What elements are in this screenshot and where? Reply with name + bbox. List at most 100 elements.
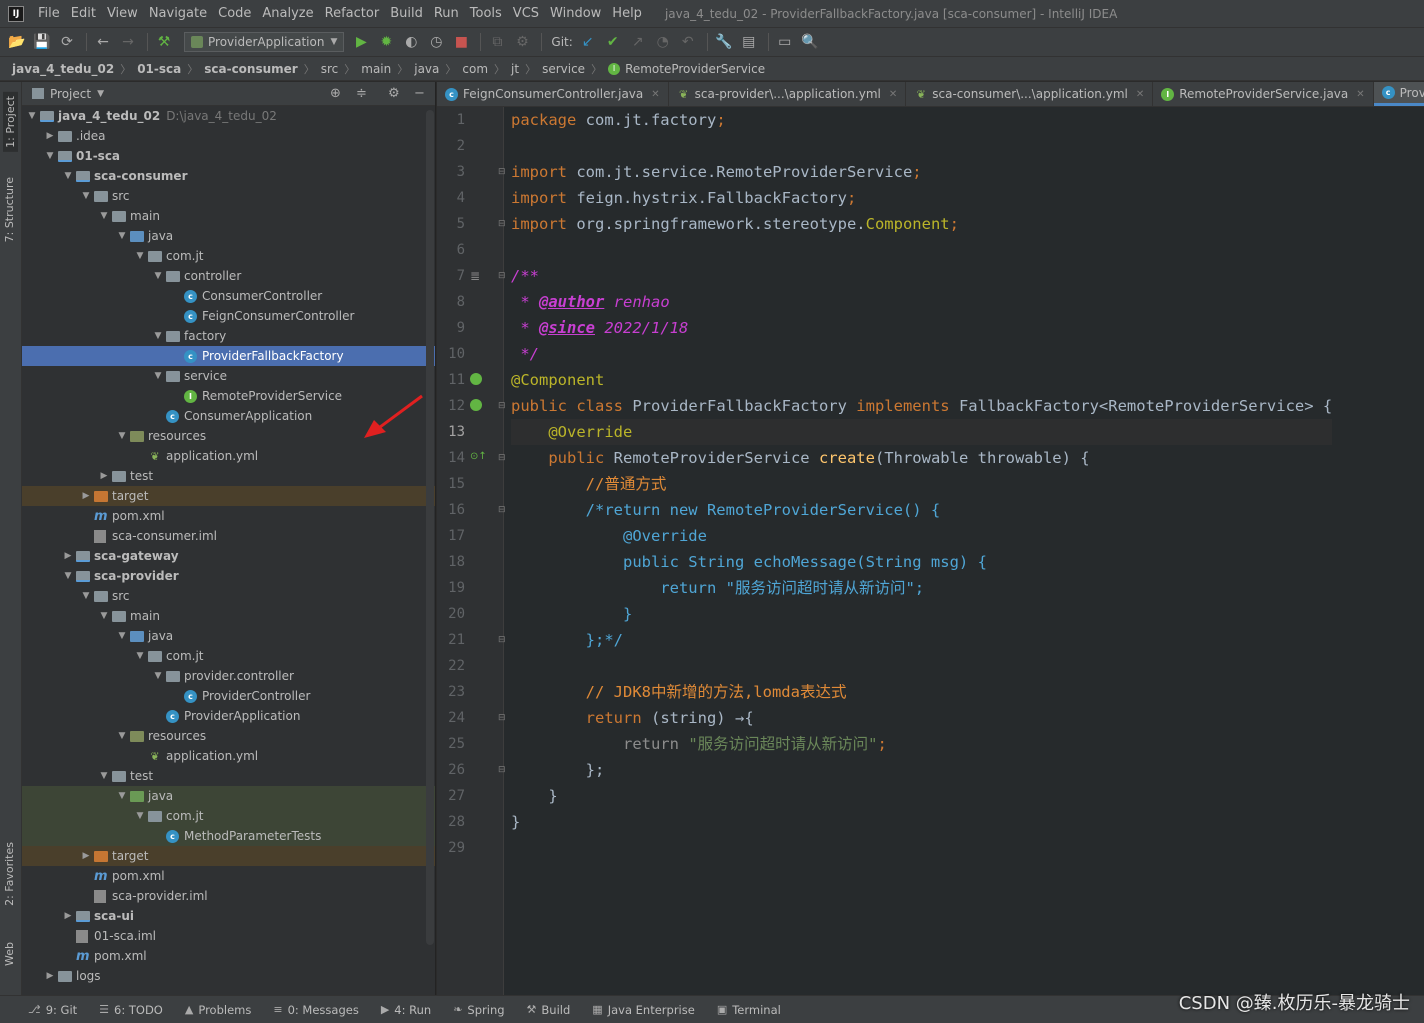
- git-history-icon[interactable]: ◔: [652, 31, 674, 53]
- fold-marker-icon[interactable]: ⊟: [498, 635, 506, 645]
- collapsed-arrow-icon[interactable]: ▶: [96, 471, 112, 481]
- editor-tab-active[interactable]: c ProviderF: [1373, 82, 1424, 106]
- collapsed-arrow-icon[interactable]: ▶: [78, 491, 94, 501]
- breadcrumb-item[interactable]: src: [321, 62, 339, 76]
- open-folder-icon[interactable]: 📂: [6, 31, 28, 53]
- tree-item[interactable]: ▼ controller: [22, 266, 435, 286]
- menu-navigate[interactable]: Navigate: [145, 6, 214, 21]
- menu-file[interactable]: File: [34, 6, 67, 21]
- tree-item[interactable]: ▶ test: [22, 466, 435, 486]
- expanded-arrow-icon[interactable]: ▼: [42, 151, 58, 161]
- tree-item[interactable]: ▼ test: [22, 766, 435, 786]
- breadcrumb-item[interactable]: java: [414, 62, 439, 76]
- git-commit-icon[interactable]: ✔: [602, 31, 624, 53]
- expanded-arrow-icon[interactable]: ▼: [60, 171, 76, 181]
- fold-marker-icon[interactable]: ⊟: [498, 765, 506, 775]
- collapsed-arrow-icon[interactable]: ▶: [60, 911, 76, 921]
- fold-marker-icon[interactable]: ⊟: [498, 505, 506, 515]
- tree-item[interactable]: c MethodParameterTests: [22, 826, 435, 846]
- close-icon[interactable]: ✕: [1136, 89, 1144, 100]
- expanded-arrow-icon[interactable]: ▼: [96, 771, 112, 781]
- bottom-tool-terminal[interactable]: ▣ Terminal: [717, 1003, 781, 1017]
- expanded-arrow-icon[interactable]: ▼: [150, 331, 166, 341]
- expanded-arrow-icon[interactable]: ▼: [150, 371, 166, 381]
- tree-item[interactable]: I RemoteProviderService: [22, 386, 435, 406]
- breadcrumb-item[interactable]: 01-sca: [137, 62, 181, 76]
- tree-item[interactable]: ▼ main: [22, 606, 435, 626]
- expanded-arrow-icon[interactable]: ▼: [132, 811, 148, 821]
- sync-icon[interactable]: ⟳: [56, 31, 78, 53]
- tree-item[interactable]: ▼ resources: [22, 426, 435, 446]
- tree-item[interactable]: ▼ resources: [22, 726, 435, 746]
- bottom-tool-javaenterprise[interactable]: ▦ Java Enterprise: [592, 1003, 695, 1017]
- spring-bean-icon[interactable]: [470, 373, 482, 385]
- run-configuration-select[interactable]: ProviderApplication ▼: [184, 32, 345, 52]
- collapsed-arrow-icon[interactable]: ▶: [60, 551, 76, 561]
- expanded-arrow-icon[interactable]: ▼: [24, 111, 40, 121]
- tree-item[interactable]: ▼ provider.controller: [22, 666, 435, 686]
- breadcrumb-item[interactable]: I RemoteProviderService: [608, 62, 765, 76]
- expanded-arrow-icon[interactable]: ▼: [114, 231, 130, 241]
- bottom-tool-todo[interactable]: ☰ 6: TODO: [99, 1003, 163, 1017]
- collapsed-arrow-icon[interactable]: ▶: [42, 971, 58, 981]
- tree-item[interactable]: ▶ logs: [22, 966, 435, 986]
- expanded-arrow-icon[interactable]: ▼: [60, 571, 76, 581]
- tree-item[interactable]: ▼ java: [22, 786, 435, 806]
- menu-run[interactable]: Run: [430, 6, 466, 21]
- tree-item[interactable]: c ConsumerApplication: [22, 406, 435, 426]
- expanded-arrow-icon[interactable]: ▼: [78, 191, 94, 201]
- editor-tab[interactable]: ❦ sca-consumer\...\application.yml ✕: [906, 82, 1154, 106]
- expanded-arrow-icon[interactable]: ▼: [114, 791, 130, 801]
- code-area[interactable]: package com.jt.factory; import com.jt.ser…: [511, 107, 1333, 861]
- expanded-arrow-icon[interactable]: ▼: [150, 671, 166, 681]
- expanded-arrow-icon[interactable]: ▼: [96, 611, 112, 621]
- tree-item[interactable]: ▼ src: [22, 586, 435, 606]
- tree-item[interactable]: c ProviderController: [22, 686, 435, 706]
- bottom-tool-messages[interactable]: ≡ 0: Messages: [273, 1003, 358, 1017]
- search-icon[interactable]: 🔍: [799, 31, 821, 53]
- tree-item[interactable]: ▼ java_4_tedu_02 D:\java_4_tedu_02: [22, 106, 435, 126]
- tree-item[interactable]: ▼ com.jt: [22, 806, 435, 826]
- breadcrumb-item[interactable]: service: [542, 62, 585, 76]
- locate-file-icon[interactable]: ⊕: [330, 86, 341, 101]
- close-icon[interactable]: ✕: [651, 89, 659, 100]
- doc-render-icon[interactable]: ≣: [470, 269, 484, 283]
- tree-item[interactable]: ▶ target: [22, 846, 435, 866]
- tree-item[interactable]: 01-sca.iml: [22, 926, 435, 946]
- expanded-arrow-icon[interactable]: ▼: [96, 211, 112, 221]
- services-icon[interactable]: ⚙: [511, 31, 533, 53]
- fold-marker-icon[interactable]: ⊟: [498, 167, 506, 177]
- git-rollback-icon[interactable]: ↶: [677, 31, 699, 53]
- breadcrumb-item[interactable]: jt: [511, 62, 519, 76]
- tree-item[interactable]: ▶ sca-ui: [22, 906, 435, 926]
- git-push-icon[interactable]: ↗: [627, 31, 649, 53]
- fold-marker-icon[interactable]: ⊟: [498, 271, 506, 281]
- menu-edit[interactable]: Edit: [67, 6, 103, 21]
- back-icon[interactable]: ←: [92, 31, 114, 53]
- fold-marker-icon[interactable]: ⊟: [498, 219, 506, 229]
- tree-item[interactable]: c ProviderApplication: [22, 706, 435, 726]
- tree-item[interactable]: ▼ sca-consumer: [22, 166, 435, 186]
- tree-item[interactable]: ▼ main: [22, 206, 435, 226]
- breadcrumb-item[interactable]: com: [462, 62, 488, 76]
- tree-item[interactable]: ▼ com.jt: [22, 246, 435, 266]
- menu-refactor[interactable]: Refactor: [321, 6, 387, 21]
- git-update-icon[interactable]: ↙: [577, 31, 599, 53]
- tree-item[interactable]: ▶ .idea: [22, 126, 435, 146]
- bottom-tool-git[interactable]: ⎇ 9: Git: [28, 1003, 77, 1017]
- gear-icon[interactable]: ⚙: [388, 86, 400, 101]
- tree-item[interactable]: ▼ com.jt: [22, 646, 435, 666]
- tree-item[interactable]: m pom.xml: [22, 866, 435, 886]
- close-icon[interactable]: ✕: [889, 89, 897, 100]
- debug-icon[interactable]: ✹: [375, 31, 397, 53]
- tool-tab-favorites[interactable]: 2: Favorites: [3, 842, 16, 906]
- expanded-arrow-icon[interactable]: ▼: [132, 251, 148, 261]
- collapsed-arrow-icon[interactable]: ▶: [42, 131, 58, 141]
- tree-item[interactable]: sca-consumer.iml: [22, 526, 435, 546]
- tree-item[interactable]: ▼ src: [22, 186, 435, 206]
- tree-item[interactable]: ❦ application.yml: [22, 746, 435, 766]
- build-hammer-icon[interactable]: ⚒: [153, 31, 175, 53]
- collapsed-arrow-icon[interactable]: ▶: [78, 851, 94, 861]
- code-editor[interactable]: 1 2 3 ⊟ 4 5 ⊟ 6 7 ≣ ⊟ 8 9 10 11 12 ⊟ 13 14 ⊙↑ ⊟ 15 16 ⊟ 17 18 19 20…: [437, 107, 1424, 995]
- tree-item[interactable]: ▼ 01-sca: [22, 146, 435, 166]
